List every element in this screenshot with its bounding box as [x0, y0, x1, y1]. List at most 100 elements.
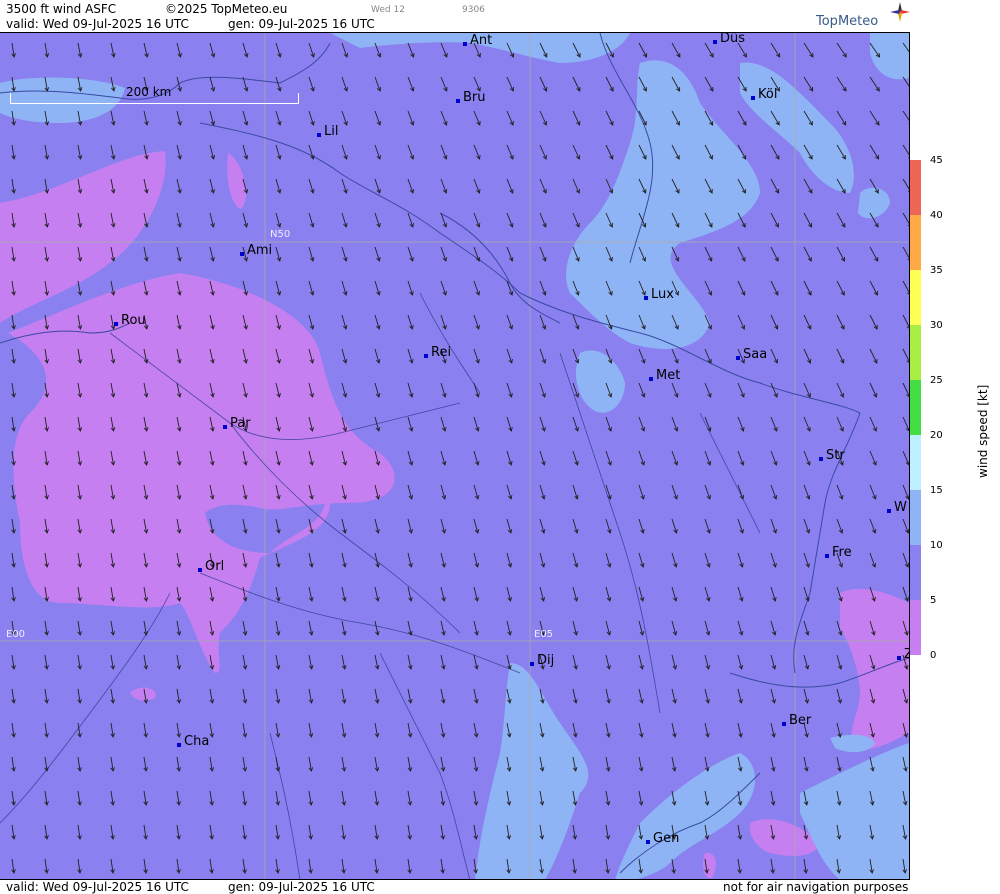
wind-arrow: [110, 110, 116, 126]
city-fre[interactable]: Fre: [825, 545, 852, 560]
wind-arrow: [770, 348, 779, 364]
wind-arrow: [407, 824, 412, 840]
wind-arrow: [671, 654, 677, 670]
wind-arrow: [638, 790, 644, 806]
wind-arrow: [407, 654, 413, 670]
city-lil[interactable]: Lil: [317, 124, 338, 139]
wind-arrow: [836, 246, 845, 262]
city-w[interactable]: W: [887, 500, 907, 515]
wind-arrow: [671, 416, 679, 432]
wind-arrow: [473, 722, 479, 738]
wind-arrow: [242, 110, 249, 126]
wind-arrow: [308, 280, 315, 296]
wind-arrow: [44, 756, 49, 772]
wind-arrow: [176, 620, 182, 636]
colorbar-30-35: [910, 270, 921, 325]
city-label: Saa: [743, 347, 768, 362]
wind-arrow: [869, 314, 878, 330]
wind-arrow: [704, 756, 710, 772]
wind-arrow: [143, 790, 148, 806]
colorbar-0-5: [910, 600, 921, 655]
wind-arrow: [308, 824, 313, 840]
wind-arrow: [176, 110, 182, 126]
city-marker: [649, 377, 653, 381]
wind-arrow: [440, 42, 448, 58]
wind-arrow: [308, 790, 314, 806]
wind-arrow: [209, 518, 215, 534]
wind-arrow: [473, 314, 480, 330]
city-str[interactable]: Str: [819, 448, 845, 463]
city-marker: [887, 509, 891, 513]
wind-arrow: [374, 790, 380, 806]
wind-arrow: [506, 586, 512, 602]
wind-arrow: [638, 688, 644, 704]
wind-arrow: [671, 42, 681, 58]
wind-arrow: [638, 756, 644, 772]
city-cha[interactable]: Cha: [177, 734, 209, 749]
city-dus[interactable]: Düs: [713, 33, 745, 46]
wind-arrow: [11, 756, 16, 772]
wind-speed-colorbar: [910, 160, 921, 655]
wind-map[interactable]: 200 km N50 E00 E05 Ant Düs Köl Bru Lil A…: [0, 32, 910, 880]
wind-arrow: [638, 552, 645, 568]
city-bru[interactable]: Bru: [456, 90, 486, 105]
wind-arrow: [242, 722, 248, 738]
wind-arrow: [77, 858, 82, 874]
wind-arrow: [473, 178, 481, 194]
city-met[interactable]: Met: [649, 368, 680, 383]
city-lux[interactable]: Lux: [644, 287, 674, 302]
wind-arrow: [11, 314, 16, 330]
wind-arrow: [704, 484, 711, 500]
city-saa[interactable]: Saa: [736, 347, 768, 362]
wind-arrow: [902, 246, 909, 261]
wind-arrow: [506, 314, 514, 330]
wind-arrow: [539, 144, 547, 160]
wind-arrow: [638, 382, 646, 398]
wind-arrow: [770, 552, 777, 568]
wind-arrow: [275, 178, 282, 194]
wind-arrow: [275, 280, 282, 296]
wind-arrow: [770, 688, 776, 704]
wind-arrow: [44, 722, 49, 738]
wind-arrow: [407, 518, 413, 534]
grid-label-n50: N50: [270, 229, 291, 240]
wind-arrow: [473, 212, 481, 228]
wind-arrow: [11, 858, 16, 874]
city-label: Dij: [537, 653, 555, 668]
city-rou[interactable]: Rou: [114, 313, 146, 328]
city-ami[interactable]: Ami: [240, 243, 272, 258]
city-gen[interactable]: Gen: [646, 831, 679, 846]
city-ant[interactable]: Ant: [463, 33, 492, 48]
wind-arrow: [572, 858, 577, 874]
wind-arrow: [341, 620, 347, 636]
wind-arrow: [572, 824, 578, 840]
city-marker: [223, 425, 227, 429]
wind-arrow: [770, 586, 777, 602]
wind-arrow: [473, 348, 480, 364]
wind-arrow: [275, 858, 280, 874]
wind-arrow: [869, 246, 879, 262]
legend-tick-0: 0: [930, 650, 937, 661]
wind-arrow: [836, 382, 845, 398]
colorbar-20-25: [910, 380, 921, 435]
wind-arrow: [539, 518, 546, 534]
city-orl[interactable]: Orl: [198, 559, 224, 574]
city-marker: [177, 743, 181, 747]
wind-arrow: [539, 314, 547, 330]
tab-code[interactable]: 9306: [462, 5, 485, 15]
wind-arrow: [275, 824, 280, 840]
city-rei[interactable]: Rei: [424, 345, 451, 360]
city-marker: [463, 42, 467, 46]
wind-arrow: [572, 654, 578, 670]
wind-arrow: [407, 858, 412, 874]
wind-arrow: [407, 688, 413, 704]
city-dij[interactable]: Dij: [530, 653, 555, 668]
brand-logo: TopMeteo: [816, 14, 879, 29]
wind-arrow: [242, 518, 248, 534]
tab-day[interactable]: Wed 12: [371, 5, 405, 15]
city-par[interactable]: Par: [223, 416, 251, 431]
wind-arrow: [572, 110, 581, 126]
city-kol[interactable]: Köl: [751, 87, 777, 102]
city-ber[interactable]: Ber: [782, 713, 811, 728]
wind-arrow: [803, 484, 811, 500]
